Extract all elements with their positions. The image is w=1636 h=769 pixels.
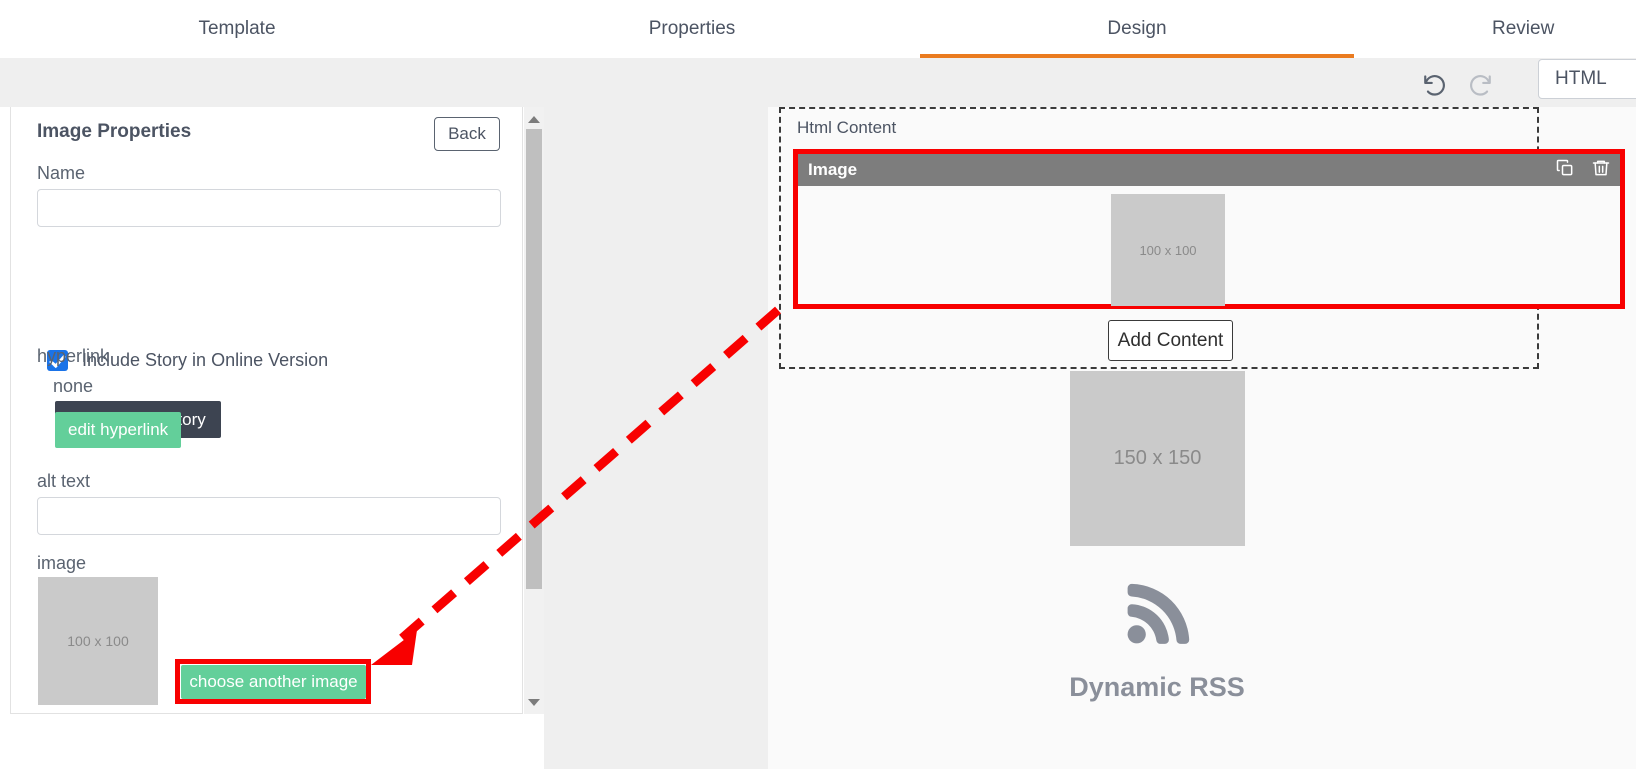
undo-icon[interactable] — [1420, 69, 1450, 99]
image-block-title: Image — [808, 160, 858, 179]
canvas-image-placeholder-text: 100 x 100 — [1139, 242, 1197, 258]
tab-template[interactable]: Template — [137, 18, 337, 40]
rss-label: Dynamic RSS — [1069, 672, 1245, 702]
panel-title: Image Properties — [37, 121, 192, 142]
tab-review-label: Review — [1492, 18, 1555, 39]
name-label: Name — [37, 163, 86, 183]
html-content-container[interactable]: Html Content Image 100 x 100 Add Content — [779, 107, 1625, 369]
image-thumbnail: 100 x 100 — [38, 577, 158, 705]
redo-icon[interactable] — [1465, 69, 1495, 99]
rss-icon — [1115, 572, 1199, 656]
left-panel-scrollbar[interactable] — [524, 107, 544, 714]
scrollbar-thumb[interactable] — [526, 129, 542, 589]
add-content-label: Add Content — [1117, 329, 1224, 351]
canvas-image-placeholder: 100 x 100 — [1111, 194, 1225, 306]
second-image-placeholder-text: 150 x 150 — [1113, 447, 1202, 469]
back-button[interactable]: Back — [434, 117, 500, 151]
html-button[interactable]: HTML — [1538, 59, 1636, 99]
edit-hyperlink-label: edit hyperlink — [68, 420, 169, 439]
back-button-label: Back — [448, 124, 486, 143]
scroll-up-arrow-icon[interactable] — [524, 110, 544, 128]
duplicate-icon[interactable] — [1555, 158, 1575, 178]
scroll-down-arrow-icon[interactable] — [524, 693, 544, 711]
html-button-label: HTML — [1555, 68, 1607, 89]
name-input[interactable] — [37, 189, 501, 227]
alt-text-input[interactable] — [37, 497, 501, 535]
hyperlink-label: hyperlink — [37, 346, 110, 366]
tab-properties[interactable]: Properties — [592, 18, 792, 40]
image-thumbnail-text: 100 x 100 — [67, 633, 129, 649]
hyperlink-value: none — [53, 376, 94, 396]
tab-properties-label: Properties — [648, 18, 736, 39]
add-content-button[interactable]: Add Content — [1108, 320, 1233, 361]
design-canvas: Html Content Image 100 x 100 Add Content… — [768, 107, 1636, 769]
edit-hyperlink-button[interactable]: edit hyperlink — [55, 412, 182, 448]
trash-icon[interactable] — [1591, 158, 1611, 178]
image-label: image — [37, 553, 87, 573]
alt-text-label: alt text — [37, 471, 91, 491]
image-block-header: Image — [798, 154, 1620, 186]
image-properties-panel: Image Properties Back Name Include Story… — [10, 107, 523, 714]
include-story-label: Include Story in Online Version — [82, 350, 329, 370]
tab-template-label: Template — [198, 18, 276, 39]
image-content-block[interactable]: Image 100 x 100 — [793, 149, 1625, 309]
tab-review[interactable]: Review — [1492, 18, 1636, 40]
second-image-placeholder: 150 x 150 — [1070, 371, 1245, 546]
choose-another-image-highlight — [175, 659, 371, 704]
image-block-actions — [1555, 158, 1611, 178]
canvas-gutter — [544, 107, 768, 769]
tab-design[interactable]: Design — [1037, 18, 1237, 40]
top-tab-bar: Template Properties Design Review — [0, 0, 1636, 58]
tab-design-label: Design — [1107, 18, 1167, 39]
app-root: Template Properties Design Review HTML I… — [0, 0, 1636, 769]
design-toolbar — [0, 58, 1636, 107]
html-content-label: Html Content — [797, 118, 897, 137]
